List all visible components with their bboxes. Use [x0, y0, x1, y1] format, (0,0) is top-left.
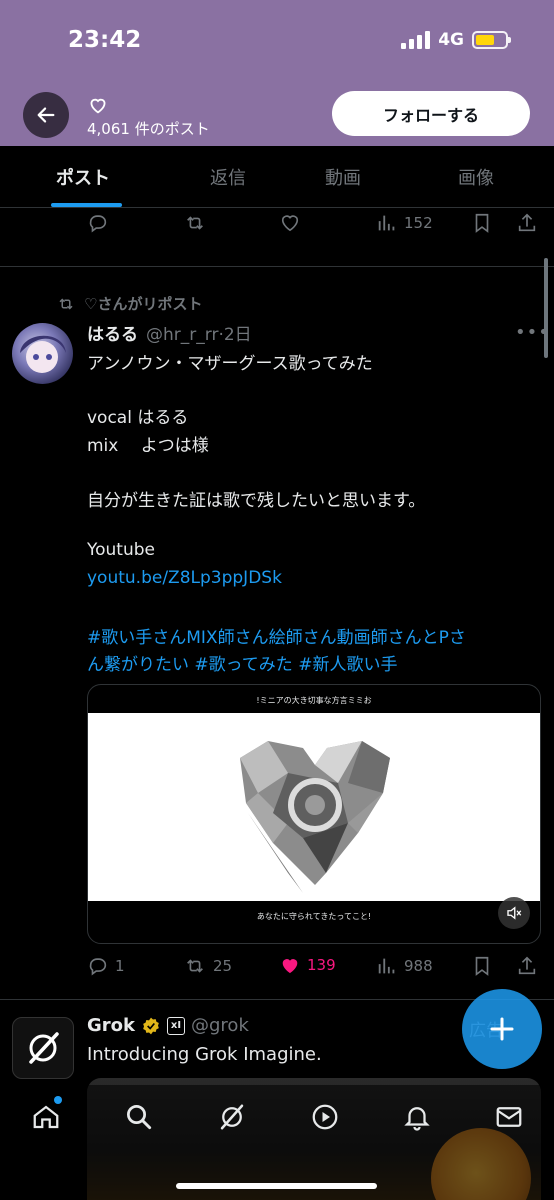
views-count: 988 [404, 957, 433, 975]
active-tab-indicator [51, 203, 122, 207]
profile-tabs: ポスト 返信 動画 画像 [0, 146, 554, 208]
repost-label: ♡さんがリポスト [56, 293, 202, 314]
ad-author-name[interactable]: Grok [87, 1015, 135, 1036]
views-icon [378, 958, 395, 974]
status-time: 23:42 [68, 27, 142, 53]
share-icon [518, 956, 536, 975]
xai-badge: xI [167, 1016, 185, 1035]
grok-logo-icon [29, 1032, 59, 1064]
network-type: 4G [438, 30, 464, 50]
tab-replies[interactable]: 返信 [210, 164, 246, 190]
ad-header: Grok xI @grok [87, 1015, 249, 1036]
arrow-left-icon [37, 107, 55, 123]
heart-filled-icon [282, 959, 298, 974]
grok-avatar[interactable] [12, 1017, 74, 1079]
heart-icon [281, 215, 299, 232]
speaker-muted-icon [507, 906, 522, 920]
home-icon [33, 1105, 59, 1129]
hashtag-line[interactable]: ん繋がりたい #歌ってみた #新人歌い手 [87, 650, 397, 675]
tab-posts[interactable]: ポスト [56, 164, 110, 190]
mute-button[interactable] [498, 897, 530, 929]
repost-label-text: ♡さんがリポスト [84, 295, 203, 313]
ad-text: Introducing Grok Imagine. [87, 1044, 322, 1065]
post-actions: 1 25 139 988 [0, 955, 554, 989]
heart-illustration [240, 741, 390, 893]
nav-home[interactable] [29, 1100, 63, 1134]
scrollbar[interactable] [544, 258, 548, 358]
repost-icon [187, 959, 203, 973]
post-text-line: 自分が生きた証は歌で残したいと思います。 [87, 491, 426, 511]
author-handle[interactable]: @hr_r_rr [146, 325, 218, 345]
bookmark-icon [475, 213, 489, 233]
bookmark-icon [475, 956, 489, 976]
views-icon [378, 215, 395, 231]
play-icon [312, 1104, 338, 1130]
video-top-caption: !ミニアの大き切事な方言ミミお [256, 696, 372, 705]
ad-author-handle[interactable]: @grok [191, 1015, 249, 1036]
youtube-link[interactable]: youtu.be/Z8Lp3ppJDSk [87, 568, 282, 588]
share-button[interactable] [516, 212, 538, 234]
views-button[interactable]: 988 [376, 955, 433, 977]
nav-search[interactable] [122, 1100, 156, 1134]
share-icon [518, 213, 536, 232]
avatar[interactable] [12, 323, 73, 384]
repost-icon [59, 297, 73, 310]
post-text-line: vocal はるる [87, 408, 189, 428]
battery-icon [472, 31, 511, 49]
nav-grok[interactable] [215, 1100, 249, 1134]
plus-icon [490, 1017, 514, 1041]
status-indicators: 4G [401, 30, 511, 50]
home-indicator[interactable] [176, 1183, 377, 1189]
views-button[interactable]: 152 [376, 212, 433, 234]
repost-icon [187, 216, 203, 230]
repost-button[interactable]: 25 [183, 955, 232, 977]
avatar-illustration [20, 335, 66, 373]
verified-badge-icon [143, 1017, 159, 1034]
share-button[interactable] [516, 955, 538, 977]
back-button[interactable] [23, 92, 69, 138]
views-count: 152 [404, 214, 433, 232]
video-player[interactable]: !ミニアの大き切事な方言ミミお あなたに守られてきたってこと! [87, 684, 541, 944]
author-name[interactable]: はるる [87, 320, 138, 345]
heart-icon [90, 98, 106, 114]
post-time: ·2日 [218, 325, 252, 345]
divider [0, 999, 554, 1000]
reply-count: 1 [115, 957, 125, 975]
video-frame [88, 713, 540, 901]
tab-videos[interactable]: 動画 [325, 164, 361, 190]
tab-images[interactable]: 画像 [458, 164, 494, 190]
post-text-line: mix よつは様 [87, 436, 209, 456]
post-count: 4,061 件のポスト [87, 120, 210, 138]
divider [0, 266, 554, 267]
signal-icon [401, 31, 431, 49]
follow-button[interactable]: フォローする [332, 91, 530, 136]
search-icon [127, 1105, 152, 1130]
reply-icon [89, 958, 107, 976]
video-bottom-caption: あなたに守られてきたってこと! [256, 912, 372, 921]
grok-icon [220, 1104, 244, 1130]
like-button[interactable]: 139 [279, 955, 336, 975]
nav-notifications[interactable] [400, 1100, 434, 1134]
bell-icon [404, 1107, 430, 1131]
like-button[interactable] [279, 212, 301, 232]
repost-button[interactable] [183, 212, 207, 234]
nav-video[interactable] [308, 1100, 342, 1134]
repost-count: 25 [213, 957, 233, 975]
post-text-line: アンノウン・マザーグース歌ってみた [87, 354, 373, 374]
home-notification-dot [54, 1096, 62, 1104]
compose-button[interactable] [462, 989, 542, 1069]
post-text-line: Youtube [87, 540, 155, 560]
reply-icon [89, 215, 107, 233]
bookmark-button[interactable] [472, 955, 492, 977]
post-header: はるる @hr_r_rr ·2日 [87, 320, 252, 345]
hashtag-line[interactable]: #歌い手さんMIX師さん絵師さん動画師さんとPさ [87, 623, 466, 648]
prev-post-actions: 152 [0, 212, 554, 246]
mail-icon [496, 1107, 522, 1127]
like-count: 139 [307, 956, 336, 974]
bookmark-button[interactable] [472, 212, 492, 234]
reply-button[interactable] [87, 212, 109, 234]
nav-messages[interactable] [492, 1100, 526, 1134]
reply-button[interactable]: 1 [87, 955, 125, 977]
profile-header: 23:42 4G 4,061 件のポスト フォローする [0, 0, 554, 146]
